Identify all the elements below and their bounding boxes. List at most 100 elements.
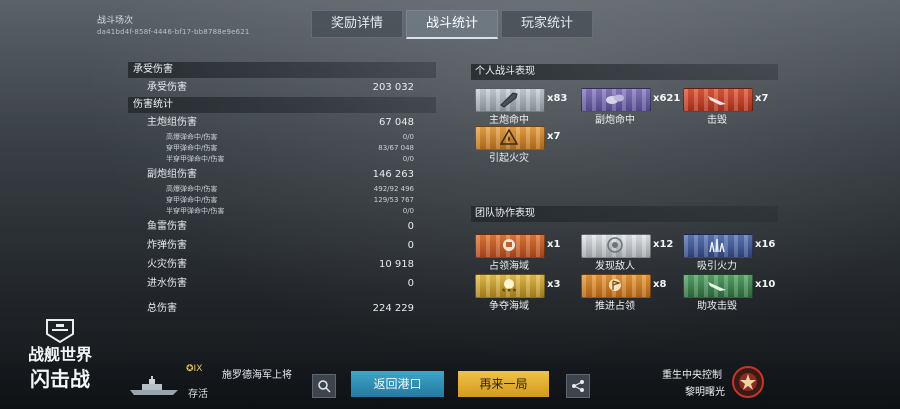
fire-icon: [497, 127, 521, 147]
sinking-ship-icon: [705, 89, 729, 109]
stat-value: 0: [407, 240, 414, 251]
flooding-row: 进水伤害 0: [128, 274, 436, 293]
share-button[interactable]: [566, 374, 590, 398]
mode-emblem-icon: [731, 365, 765, 399]
ribbon-secondary-hit[interactable]: 副炮命中 x621: [581, 88, 680, 126]
ribbon-destroyed[interactable]: 击毁 x7: [683, 88, 768, 126]
battle-label: 战斗场次: [97, 16, 134, 26]
capture-flag-icon: [603, 275, 627, 295]
stat-label: 承受伤害: [147, 82, 187, 93]
spotting-icon: [603, 235, 627, 255]
logo-line1: 战舰世界: [28, 345, 92, 364]
battle-id: da41bd4f-858f-4446-bf17-bb8788e9e621: [97, 28, 250, 36]
ribbon-count: x7: [755, 93, 769, 104]
stat-label: 半穿甲弹命中/伤害: [166, 207, 225, 215]
ribbon-count: x16: [755, 239, 776, 250]
stat-label: 鱼雷伤害: [147, 221, 187, 232]
secondary-shell-icon: [603, 89, 627, 109]
stat-label: 穿甲弹命中/伤害: [166, 196, 218, 204]
main-battery-row: 主炮组伤害 67 048: [128, 113, 436, 132]
damage-received-header: 承受伤害: [128, 62, 436, 78]
tab-bar: 奖励详情 战斗统计 玩家统计: [311, 10, 596, 40]
star-icon: ✪: [186, 364, 194, 374]
ribbon-label: 吸引火力: [697, 261, 737, 272]
stat-label: 半穿甲弹命中/伤害: [166, 155, 225, 163]
stat-value: 492/92 496: [373, 185, 414, 193]
tab-player-stats[interactable]: 玩家统计: [501, 10, 593, 38]
ribbon-count: x10: [755, 279, 776, 290]
stat-label: 穿甲弹命中/伤害: [166, 144, 218, 152]
ribbon-count: x12: [653, 239, 674, 250]
stat-label: 进水伤害: [147, 278, 187, 289]
splash-icon: [705, 235, 729, 255]
map-name: 重生中央控制: [662, 370, 722, 381]
flag-icon: [497, 235, 521, 255]
return-to-port-button[interactable]: 返回港口: [351, 371, 444, 397]
damage-panel: 承受伤害 承受伤害 203 032 伤害统计 主炮组伤害 67 048 高爆弹命…: [128, 62, 436, 318]
ribbon-main-battery-hit[interactable]: 主炮命中 x83: [475, 88, 567, 126]
secondary-ap-row: 穿甲弹命中/伤害 129/53 767: [128, 195, 436, 206]
total-damage-row: 总伤害 224 229: [128, 299, 436, 318]
stat-label: 炸弹伤害: [147, 240, 187, 251]
stat-label: 总伤害: [147, 303, 177, 314]
secondary-sap-row: 半穿甲弹命中/伤害 0/0: [128, 206, 436, 217]
ribbon-assist-destroy[interactable]: 助攻击毁 x10: [683, 274, 775, 312]
commander-name: 施罗德海军上将: [222, 370, 292, 381]
ribbon-label: 占领海域: [489, 261, 529, 272]
team-ribbons: 占领海域 x1 发现敌人 x12 吸引火力 x16 ★★★ 争夺海域 x3 推进…: [471, 222, 778, 322]
svg-text:★★★: ★★★: [501, 287, 517, 294]
ribbon-spotted[interactable]: 发现敌人 x12: [581, 234, 673, 272]
fire-row: 火灾伤害 10 918: [128, 255, 436, 274]
ribbon-count: x3: [547, 279, 561, 290]
game-logo: 战舰世界 闪击战: [25, 318, 95, 396]
stat-value: 129/53 767: [373, 196, 414, 204]
search-icon: [318, 380, 331, 393]
ribbon-capture[interactable]: 占领海域 x1: [475, 234, 560, 272]
ribbon-label: 助攻击毁: [697, 301, 737, 312]
secondary-battery-row: 副炮组伤害 146 263: [128, 165, 436, 184]
stat-label: 火灾伤害: [147, 259, 187, 270]
damage-stats-header: 伤害统计: [128, 97, 436, 113]
ribbon-set-fire[interactable]: 引起火灾 x7: [475, 126, 560, 164]
personal-header: 个人战斗表现: [471, 64, 778, 80]
personal-panel: 个人战斗表现 主炮命中 x83 副炮命中 x621 击毁 x7 引起火灾 x7: [471, 64, 778, 164]
share-icon: [572, 380, 584, 392]
ribbon-count: x83: [547, 93, 568, 104]
team-panel: 团队协作表现 占领海域 x1 发现敌人 x12 吸引火力 x16 ★★★ 争夺海…: [471, 206, 778, 322]
stat-value: 10 918: [379, 259, 414, 270]
stat-label: 副炮组伤害: [147, 169, 197, 180]
secondary-he-row: 高爆弹命中/伤害 492/92 496: [128, 184, 436, 195]
ship-icon: [128, 375, 180, 397]
ribbon-contest[interactable]: ★★★ 争夺海域 x3: [475, 274, 560, 312]
map-mode: 黎明曙光: [685, 387, 725, 398]
ribbon-count: x1: [547, 239, 561, 250]
ribbon-tank[interactable]: 吸引火力 x16: [683, 234, 775, 272]
tab-battle-stats[interactable]: 战斗统计: [406, 10, 498, 39]
stat-value: 146 263: [372, 169, 414, 180]
assist-icon: [705, 275, 729, 295]
main-sap-row: 半穿甲弹命中/伤害 0/0: [128, 154, 436, 165]
play-again-button[interactable]: 再来一局: [458, 371, 549, 397]
bomb-row: 炸弹伤害 0: [128, 236, 436, 255]
main-he-row: 高爆弹命中/伤害 0/0: [128, 132, 436, 143]
search-button[interactable]: [312, 374, 336, 398]
rank-text: IX: [193, 364, 203, 374]
stat-value: 67 048: [379, 117, 414, 128]
stars-icon: ★★★: [497, 275, 521, 295]
stat-value: 0: [407, 221, 414, 232]
ribbon-assist-capture[interactable]: 推进占领 x8: [581, 274, 666, 312]
ribbon-label: 副炮命中: [595, 115, 635, 126]
personal-ribbons: 主炮命中 x83 副炮命中 x621 击毁 x7 引起火灾 x7: [471, 80, 778, 164]
stat-label: 高爆弹命中/伤害: [166, 133, 218, 141]
ribbon-label: 推进占领: [595, 301, 635, 312]
stat-value: 0/0: [402, 155, 414, 163]
ribbon-count: x621: [653, 93, 681, 104]
ribbon-label: 击毁: [707, 115, 727, 126]
tab-rewards[interactable]: 奖励详情: [311, 10, 403, 38]
stat-value: 224 229: [372, 303, 414, 314]
ribbon-label: 发现敌人: [595, 261, 635, 272]
ribbon-count: x8: [653, 279, 667, 290]
ribbon-label: 引起火灾: [489, 153, 529, 164]
stat-value: 0: [407, 278, 414, 289]
survival-status: 存活: [188, 389, 208, 400]
